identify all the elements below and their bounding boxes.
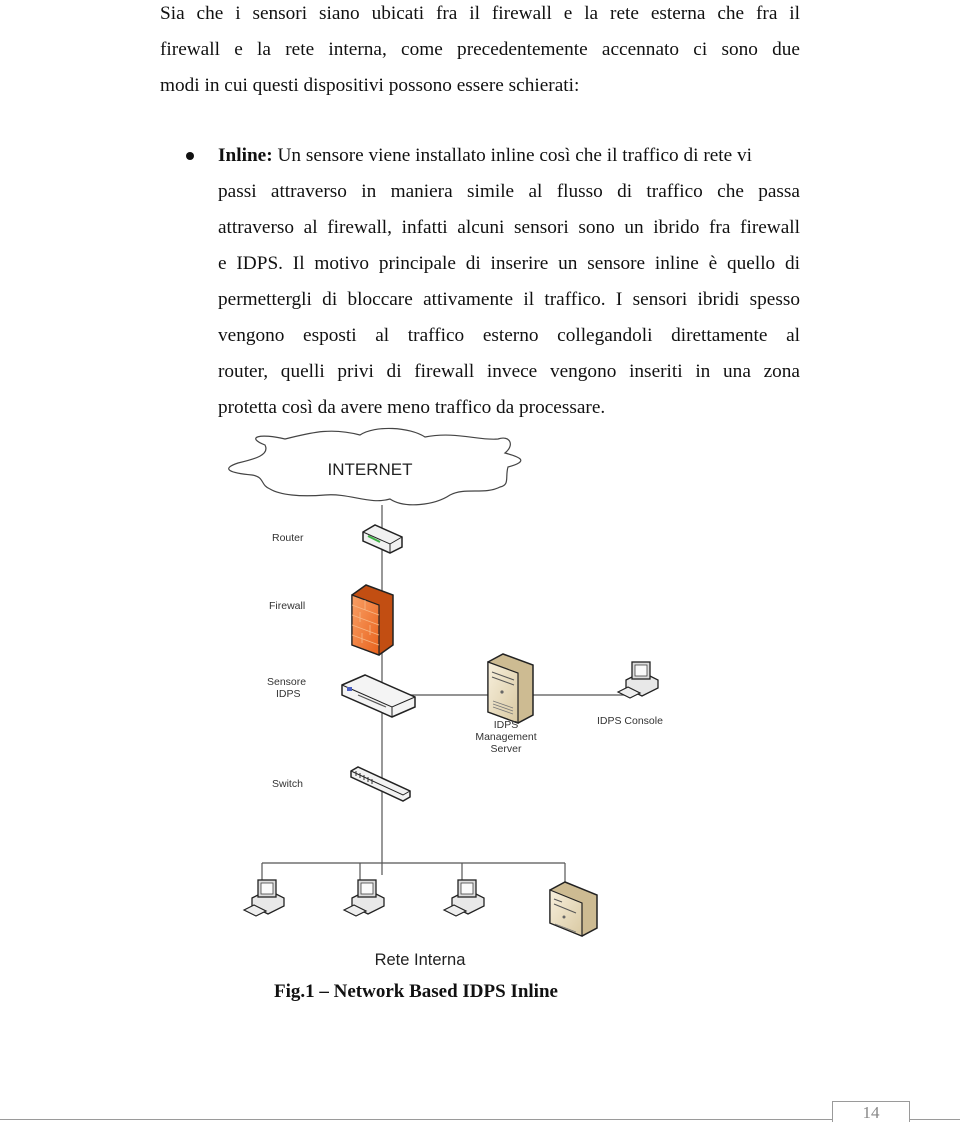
internal-network-label: Rete Interna (375, 951, 467, 969)
management-server-icon (487, 653, 534, 724)
bullet-line: vengono esposti al traffico esterno coll… (218, 325, 800, 346)
console-computer-icon (616, 661, 659, 699)
lan-server-icon (549, 881, 598, 937)
connection-lines (261, 505, 625, 895)
page-number: 14 (832, 1101, 910, 1122)
internet-label: INTERNET (328, 460, 413, 479)
switch-icon (350, 766, 411, 802)
network-diagram: INTERNET Router Firewall Sensore IDPS ID… (228, 427, 663, 969)
bullet-line: e IDPS. Il motivo principale di inserire… (218, 253, 800, 274)
sensor-label-line2: IDPS (276, 688, 301, 700)
bullet-first-line-text: Un sensore viene installato inline così … (272, 145, 753, 166)
figure-caption: Fig.1 – Network Based IDPS Inline (274, 981, 558, 1002)
internet-cloud-icon: INTERNET (228, 427, 522, 506)
bullet-paragraph: Inline: Un sensore viene installato inli… (218, 138, 800, 426)
switch-label: Switch (272, 778, 303, 790)
intro-line: modi in cui questi dispositivi possono e… (160, 75, 580, 96)
router-label: Router (272, 532, 304, 544)
mgmt-label-line2: Management (475, 731, 536, 743)
bullet-term: Inline: (218, 145, 273, 166)
footer-line-right (909, 1119, 960, 1120)
bullet-icon (186, 152, 194, 160)
lan-computer-1-icon (242, 879, 285, 917)
firewall-label: Firewall (269, 600, 305, 612)
intro-line: Sia che i sensori siano ubicati fra il f… (160, 3, 800, 24)
intro-paragraph: Sia che i sensori siano ubicati fra il f… (160, 0, 800, 104)
bullet-line: passi attraverso in maniera simile al fl… (218, 181, 800, 202)
bullet-line: router, quelli privi di firewall invece … (218, 361, 800, 382)
bullet-first-line: Inline: Un sensore viene installato inli… (218, 138, 800, 174)
console-label: IDPS Console (597, 715, 663, 727)
firewall-icon (351, 584, 394, 656)
sensor-label-line1: Sensore (267, 676, 306, 688)
bullet-line: permettergli di bloccare attivamente il … (218, 289, 800, 310)
router-icon (362, 524, 403, 554)
mgmt-label-line1: IDPS (494, 719, 519, 731)
idps-sensor-icon (341, 674, 416, 718)
lan-computer-3-icon (442, 879, 485, 917)
mgmt-label-line3: Server (491, 743, 522, 755)
intro-line: firewall e la rete interna, come precede… (160, 39, 800, 60)
lan-computer-2-icon (342, 879, 385, 917)
footer-line-left (0, 1119, 832, 1120)
bullet-line: protetta così da avere meno traffico da … (218, 397, 606, 418)
bullet-line: attraverso al firewall, infatti alcuni s… (218, 217, 800, 238)
